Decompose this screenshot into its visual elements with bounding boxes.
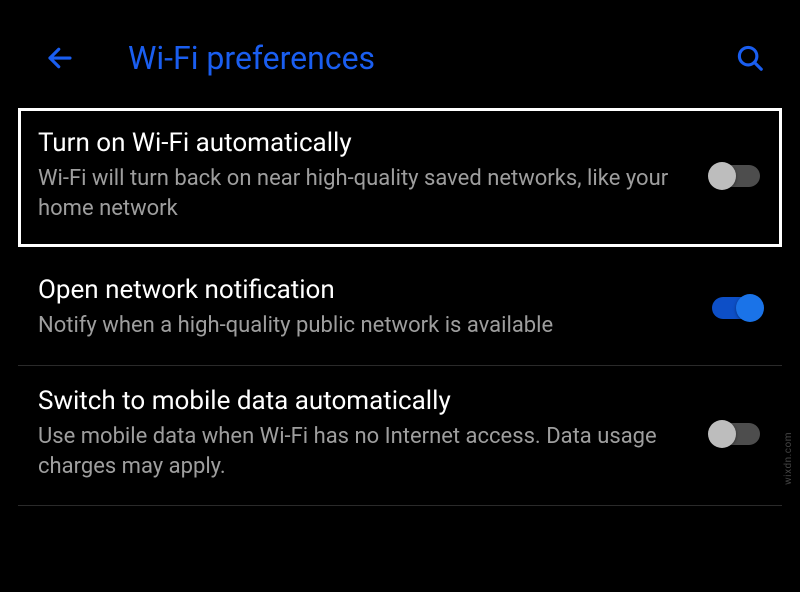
setting-title: Turn on Wi-Fi automatically <box>38 128 688 158</box>
setting-auto-wifi[interactable]: Turn on Wi-Fi automatically Wi-Fi will t… <box>18 108 782 247</box>
back-arrow-icon <box>45 43 75 73</box>
setting-description: Notify when a high-quality public networ… <box>38 311 688 341</box>
toggle-thumb <box>736 294 764 322</box>
setting-text: Open network notification Notify when a … <box>38 275 708 341</box>
toggle-thumb <box>708 420 736 448</box>
toggle-open-network-notification[interactable] <box>708 292 764 324</box>
toggle-switch-mobile-data[interactable] <box>708 418 764 450</box>
toggle-thumb <box>708 162 736 190</box>
setting-title: Switch to mobile data automatically <box>38 386 688 416</box>
header: Wi-Fi preferences <box>0 0 800 108</box>
setting-text: Turn on Wi-Fi automatically Wi-Fi will t… <box>38 128 708 223</box>
search-button[interactable] <box>730 38 770 78</box>
setting-open-network-notification[interactable]: Open network notification Notify when a … <box>18 255 782 366</box>
setting-title: Open network notification <box>38 275 688 305</box>
toggle-auto-wifi[interactable] <box>708 160 764 192</box>
setting-text: Switch to mobile data automatically Use … <box>38 386 708 481</box>
search-icon <box>735 43 765 73</box>
setting-description: Wi-Fi will turn back on near high-qualit… <box>38 164 688 223</box>
back-button[interactable] <box>40 38 80 78</box>
settings-list: Turn on Wi-Fi automatically Wi-Fi will t… <box>0 108 800 506</box>
page-title: Wi-Fi preferences <box>128 39 730 77</box>
setting-description: Use mobile data when Wi-Fi has no Intern… <box>38 422 688 481</box>
setting-switch-mobile-data[interactable]: Switch to mobile data automatically Use … <box>18 366 782 506</box>
watermark: wixdn.com <box>783 432 794 485</box>
